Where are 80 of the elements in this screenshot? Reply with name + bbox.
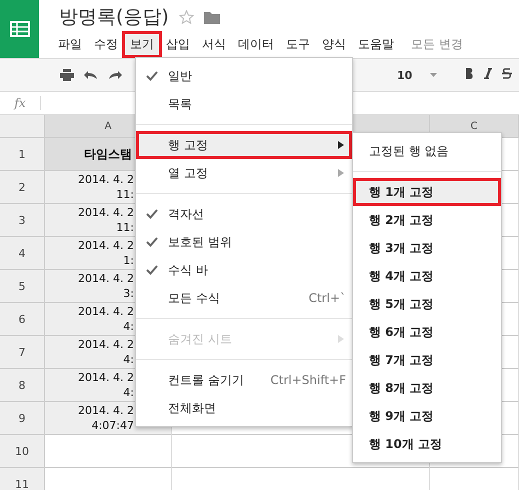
- cell-text: 2014. 4. 2: [78, 205, 134, 220]
- menu-tab[interactable]: 서식: [197, 34, 231, 55]
- check-icon: [146, 71, 158, 81]
- check-icon: [146, 209, 158, 219]
- menu-item[interactable]: 열 고정: [136, 159, 352, 187]
- menu-item: 숨겨진 시트: [136, 325, 352, 353]
- submenu-arrow-icon: [338, 169, 344, 177]
- row-number[interactable]: 8: [0, 369, 45, 402]
- save-status: 모든 변경: [411, 36, 463, 53]
- menu-tab[interactable]: 양식: [317, 34, 351, 55]
- cell-text: 2014. 4. 2: [78, 271, 134, 286]
- row-number[interactable]: 10: [0, 435, 45, 468]
- cell-text: 2014. 4. 2: [78, 238, 134, 253]
- row-number[interactable]: 4: [0, 237, 45, 270]
- cell-text: 타임스탬: [84, 146, 132, 162]
- menu-tab[interactable]: 도움말: [353, 34, 399, 55]
- menu-item[interactable]: 행 8개 고정: [353, 374, 501, 402]
- bold-icon[interactable]: [465, 68, 474, 82]
- menu-tab[interactable]: 삽입: [161, 34, 195, 55]
- row-number[interactable]: 9: [0, 402, 45, 435]
- menu-item[interactable]: 행 5개 고정: [353, 290, 501, 318]
- star-icon[interactable]: [178, 10, 194, 24]
- menu-tab[interactable]: 수정: [89, 34, 123, 55]
- cell-text: 3:: [123, 286, 134, 301]
- menu-item[interactable]: 행 9개 고정: [353, 402, 501, 430]
- strikethrough-icon[interactable]: [502, 68, 512, 82]
- print-icon[interactable]: [60, 69, 74, 81]
- row-number[interactable]: 6: [0, 303, 45, 336]
- corner-cell: [0, 115, 45, 138]
- submenu-arrow-icon: [338, 141, 344, 149]
- menu-item[interactable]: 보호된 범위: [136, 228, 352, 256]
- row-number[interactable]: 3: [0, 204, 45, 237]
- menu-item[interactable]: 행 3개 고정: [353, 234, 501, 262]
- formula-label: fx: [0, 96, 41, 110]
- folder-icon[interactable]: [204, 10, 220, 24]
- menu-item[interactable]: 행 4개 고정: [353, 262, 501, 290]
- menu-item[interactable]: 격자선: [136, 200, 352, 228]
- cell-text: 4:: [123, 385, 134, 400]
- menu-item[interactable]: 목록: [136, 90, 352, 118]
- menu-tab[interactable]: 보기: [125, 34, 159, 55]
- menu-item[interactable]: 고정된 행 없음: [353, 137, 501, 165]
- cell-text: 2014. 4. 2: [78, 337, 134, 352]
- cell-text: 11:: [116, 187, 134, 202]
- check-icon: [146, 237, 158, 247]
- menu-tab[interactable]: 데이터: [233, 34, 279, 55]
- menu-item[interactable]: 행 7개 고정: [353, 346, 501, 374]
- menu-item[interactable]: 모든 수식 Ctrl+`: [136, 284, 352, 312]
- menu-item[interactable]: 일반: [136, 62, 352, 90]
- menu-item[interactable]: 전체화면: [136, 394, 352, 422]
- row-number[interactable]: 11: [0, 468, 45, 490]
- cell-text: 1:: [123, 253, 134, 268]
- cell-text: 11:: [116, 220, 134, 235]
- submenu-arrow-icon: [338, 335, 344, 343]
- cell-text: 4:07:47: [92, 418, 134, 433]
- cell-text: 4:: [123, 319, 134, 334]
- cell-text: 2014. 4. 2: [78, 370, 134, 385]
- cell-text: 2014. 4. 2: [78, 304, 134, 319]
- italic-icon[interactable]: [484, 68, 492, 82]
- menu-item[interactable]: 수식 바: [136, 256, 352, 284]
- cell-text: 4:: [123, 352, 134, 367]
- row-number[interactable]: 7: [0, 336, 45, 369]
- document-title[interactable]: 방명록(응답): [59, 4, 169, 30]
- menu-item[interactable]: 행 2개 고정: [353, 206, 501, 234]
- menu-tab[interactable]: 파일: [53, 34, 87, 55]
- menu-item[interactable]: 행 1개 고정: [353, 178, 501, 206]
- row-number[interactable]: 2: [0, 171, 45, 204]
- check-icon: [146, 265, 158, 275]
- menu-item[interactable]: 행 고정: [136, 131, 352, 159]
- menu-item[interactable]: 행 6개 고정: [353, 318, 501, 346]
- font-size-dropdown[interactable]: 10: [397, 68, 412, 82]
- menu-tab[interactable]: 도구: [281, 34, 315, 55]
- cell-text: 2014. 4. 2: [78, 172, 134, 187]
- cell-text: 2014. 4. 2: [78, 403, 134, 418]
- menu-item[interactable]: 컨트롤 숨기기 Ctrl+Shift+F: [136, 366, 352, 394]
- caret-icon[interactable]: [430, 73, 438, 77]
- row-number[interactable]: 1: [0, 138, 45, 171]
- undo-icon[interactable]: [84, 70, 98, 80]
- menu-item[interactable]: 행 10개 고정: [353, 430, 501, 458]
- row-number[interactable]: 5: [0, 270, 45, 303]
- redo-icon[interactable]: [108, 70, 122, 80]
